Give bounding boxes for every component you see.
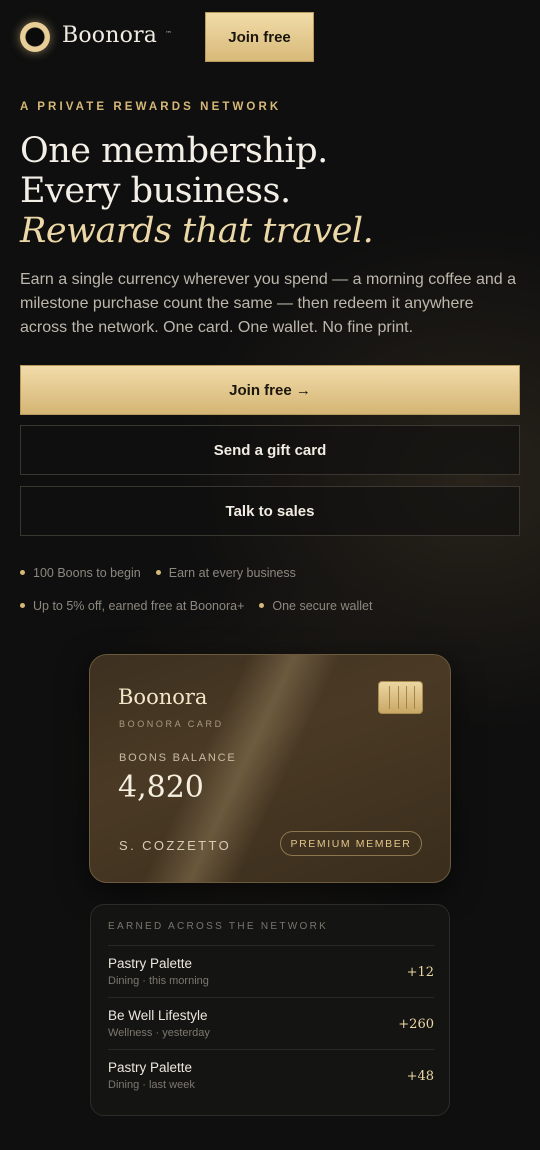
card-brand: Boonora <box>118 685 208 709</box>
tier-badge: PREMIUM MEMBER <box>280 831 422 856</box>
join-free-header-button[interactable]: Join free <box>205 12 314 62</box>
perk-label: Up to 5% off, earned free at Boonora+ <box>33 598 245 613</box>
perks-list: 100 Boons to begin Earn at every busines… <box>20 556 520 622</box>
activity-points: +48 <box>406 1069 434 1084</box>
activity-title: EARNED ACROSS THE NETWORK <box>108 921 329 932</box>
send-gift-card-button[interactable]: Send a gift card <box>20 425 520 475</box>
brand-logo-icon[interactable] <box>20 22 50 52</box>
perk-label: One secure wallet <box>272 598 373 613</box>
join-free-button[interactable]: Join free → <box>20 365 520 415</box>
hero-eyebrow: A PRIVATE REWARDS NETWORK <box>20 101 282 113</box>
hero-description: Earn a single currency wherever you spen… <box>20 271 516 336</box>
perk-item: Up to 5% off, earned free at Boonora+ <box>20 599 244 613</box>
perk-label: Earn at every business <box>168 565 296 580</box>
hero-headline: One membership. Every business. Rewards … <box>20 131 530 251</box>
site-header: Boonora ™ Join free <box>0 0 540 76</box>
activity-row: Pastry Palette Dining · last week +48 <box>108 1049 434 1101</box>
activity-business: Be Well Lifestyle <box>108 1008 208 1023</box>
activity-meta: Wellness · yesterday <box>108 1027 210 1039</box>
activity-row: Pastry Palette Dining · this morning +12 <box>108 945 434 997</box>
membership-card: Boonora BOONORA CARD BOONS BALANCE 4,820… <box>89 654 451 883</box>
card-holder-name: S. COZZETTO <box>119 838 232 853</box>
activity-row: Be Well Lifestyle Wellness · yesterday +… <box>108 997 434 1049</box>
headline-line-1: One membership. <box>20 131 328 171</box>
bullet-dot-icon <box>155 570 161 575</box>
activity-business: Pastry Palette <box>108 956 193 971</box>
headline-line-3: Rewards that travel. <box>20 211 374 251</box>
activity-points: +12 <box>406 965 434 980</box>
bullet-dot-icon <box>20 603 25 608</box>
headline-line-2: Every business. <box>20 171 291 211</box>
card-subtitle: BOONORA CARD <box>119 719 224 729</box>
activity-meta: Dining · this morning <box>108 975 209 987</box>
perk-label: 100 Boons to begin <box>33 565 141 580</box>
activity-meta: Dining · last week <box>108 1079 195 1091</box>
perk-item: Earn at every business <box>155 565 296 580</box>
balance-value: 4,820 <box>118 770 204 805</box>
activity-points: +260 <box>398 1017 434 1032</box>
talk-to-sales-button[interactable]: Talk to sales <box>20 486 520 536</box>
card-chip-icon <box>378 681 423 714</box>
perk-item: One secure wallet <box>259 599 372 613</box>
trademark-symbol: ™ <box>165 30 172 38</box>
balance-label: BOONS BALANCE <box>119 752 237 764</box>
activity-business: Pastry Palette <box>108 1060 193 1075</box>
bullet-dot-icon <box>20 570 25 575</box>
activity-panel: EARNED ACROSS THE NETWORK Pastry Palette… <box>90 904 450 1116</box>
brand-name[interactable]: Boonora <box>62 23 157 48</box>
bullet-dot-icon <box>259 603 265 608</box>
perk-item: 100 Boons to begin <box>20 566 141 580</box>
